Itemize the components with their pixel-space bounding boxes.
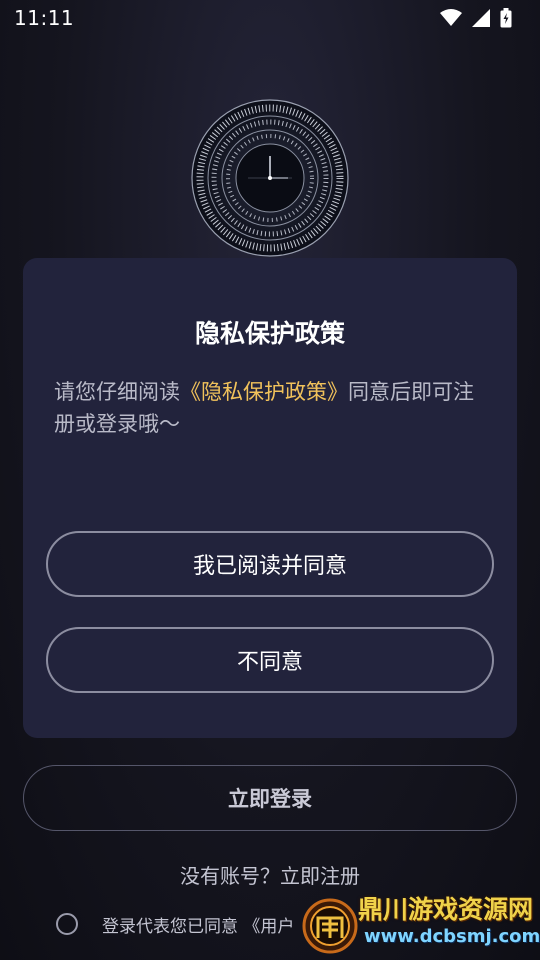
consent-checkbox[interactable] <box>56 913 78 935</box>
dialog-title: 隐私保护政策 <box>194 319 345 348</box>
watermark-title: 鼎川游戏资源网 <box>358 895 534 924</box>
status-icons <box>440 8 512 28</box>
register-link[interactable]: 没有账号？立即注册 <box>0 860 540 889</box>
watermark-emblem-icon <box>302 898 358 954</box>
privacy-policy-link[interactable]: 《隐私保护政策》 <box>180 380 348 404</box>
dialog-body-prefix: 请您仔细阅读 <box>54 380 180 404</box>
status-time: 11:11 <box>14 6 75 30</box>
status-bar: 11:11 <box>0 0 540 36</box>
dial-logo-icon <box>191 99 349 257</box>
dialog-body: 请您仔细阅读《隐私保护政策》同意后即可注册或登录哦～ <box>54 376 494 440</box>
agree-button[interactable]: 我已阅读并同意 <box>46 531 494 597</box>
consent-row: 登录代表您已同意 《用户 <box>56 910 294 938</box>
login-button[interactable]: 立即登录 <box>23 765 517 831</box>
battery-icon <box>500 8 512 28</box>
signal-icon <box>472 9 490 27</box>
consent-text: 登录代表您已同意 《用户 <box>102 916 295 937</box>
wifi-icon <box>440 9 462 26</box>
watermark: 鼎川游戏资源网 www.dcbsmj.com <box>300 886 540 958</box>
privacy-dialog: 隐私保护政策 请您仔细阅读《隐私保护政策》同意后即可注册或登录哦～ 我已阅读并同… <box>23 258 517 738</box>
watermark-url: www.dcbsmj.com <box>364 926 540 947</box>
disagree-button[interactable]: 不同意 <box>46 627 494 693</box>
